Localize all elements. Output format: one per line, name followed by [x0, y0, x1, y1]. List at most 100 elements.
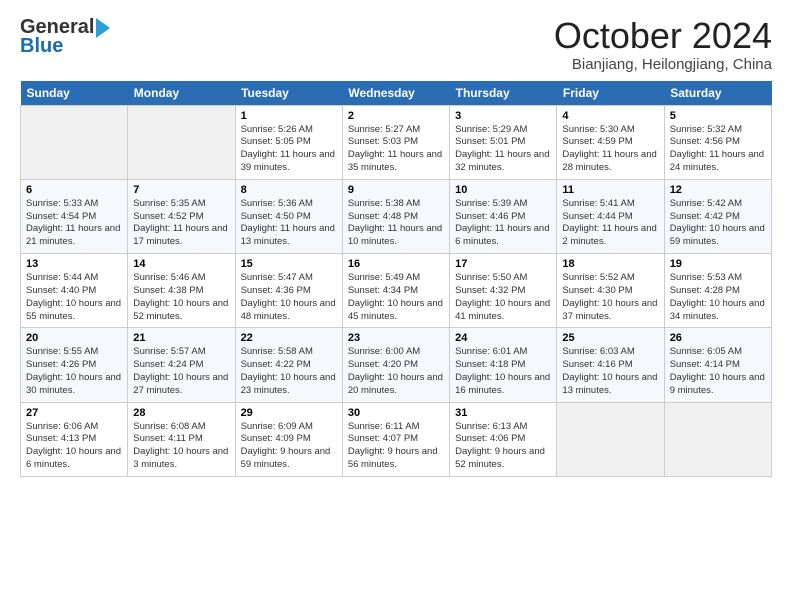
day-cell: 12 Sunrise: 5:42 AMSunset: 4:42 PMDaylig…: [664, 179, 771, 253]
day-cell: 26 Sunrise: 6:05 AMSunset: 4:14 PMDaylig…: [664, 328, 771, 402]
day-cell: 5 Sunrise: 5:32 AMSunset: 4:56 PMDayligh…: [664, 105, 771, 179]
day-info: Sunrise: 5:36 AMSunset: 4:50 PMDaylight:…: [241, 198, 335, 247]
day-number: 15: [241, 258, 337, 270]
day-info: Sunrise: 6:08 AMSunset: 4:11 PMDaylight:…: [133, 421, 228, 470]
month-title: October 2024: [554, 16, 772, 56]
day-number: 18: [562, 258, 658, 270]
day-cell: 16 Sunrise: 5:49 AMSunset: 4:34 PMDaylig…: [342, 254, 449, 328]
day-number: 2: [348, 110, 444, 122]
day-cell: 10 Sunrise: 5:39 AMSunset: 4:46 PMDaylig…: [450, 179, 557, 253]
day-number: 28: [133, 407, 229, 419]
day-info: Sunrise: 6:01 AMSunset: 4:18 PMDaylight:…: [455, 346, 550, 395]
day-cell: 4 Sunrise: 5:30 AMSunset: 4:59 PMDayligh…: [557, 105, 664, 179]
day-number: 30: [348, 407, 444, 419]
day-number: 9: [348, 184, 444, 196]
day-cell: 18 Sunrise: 5:52 AMSunset: 4:30 PMDaylig…: [557, 254, 664, 328]
day-cell: 31 Sunrise: 6:13 AMSunset: 4:06 PMDaylig…: [450, 402, 557, 476]
logo-blue: Blue: [20, 35, 63, 58]
day-cell: 19 Sunrise: 5:53 AMSunset: 4:28 PMDaylig…: [664, 254, 771, 328]
day-number: 16: [348, 258, 444, 270]
day-cell: 7 Sunrise: 5:35 AMSunset: 4:52 PMDayligh…: [128, 179, 235, 253]
day-number: 4: [562, 110, 658, 122]
col-saturday: Saturday: [664, 81, 771, 106]
day-number: 5: [670, 110, 766, 122]
header-row: Sunday Monday Tuesday Wednesday Thursday…: [21, 81, 772, 106]
day-number: 20: [26, 332, 122, 344]
day-info: Sunrise: 5:57 AMSunset: 4:24 PMDaylight:…: [133, 346, 228, 395]
day-cell: 23 Sunrise: 6:00 AMSunset: 4:20 PMDaylig…: [342, 328, 449, 402]
col-monday: Monday: [128, 81, 235, 106]
col-wednesday: Wednesday: [342, 81, 449, 106]
day-info: Sunrise: 5:50 AMSunset: 4:32 PMDaylight:…: [455, 272, 550, 321]
day-number: 14: [133, 258, 229, 270]
day-cell: [128, 105, 235, 179]
day-cell: [557, 402, 664, 476]
day-cell: 28 Sunrise: 6:08 AMSunset: 4:11 PMDaylig…: [128, 402, 235, 476]
day-info: Sunrise: 6:06 AMSunset: 4:13 PMDaylight:…: [26, 421, 121, 470]
day-number: 24: [455, 332, 551, 344]
day-info: Sunrise: 5:35 AMSunset: 4:52 PMDaylight:…: [133, 198, 227, 247]
day-info: Sunrise: 5:41 AMSunset: 4:44 PMDaylight:…: [562, 198, 656, 247]
day-cell: 21 Sunrise: 5:57 AMSunset: 4:24 PMDaylig…: [128, 328, 235, 402]
day-info: Sunrise: 6:13 AMSunset: 4:06 PMDaylight:…: [455, 421, 545, 470]
day-number: 22: [241, 332, 337, 344]
day-info: Sunrise: 5:53 AMSunset: 4:28 PMDaylight:…: [670, 272, 765, 321]
day-cell: 25 Sunrise: 6:03 AMSunset: 4:16 PMDaylig…: [557, 328, 664, 402]
day-cell: [21, 105, 128, 179]
day-cell: 9 Sunrise: 5:38 AMSunset: 4:48 PMDayligh…: [342, 179, 449, 253]
day-cell: 30 Sunrise: 6:11 AMSunset: 4:07 PMDaylig…: [342, 402, 449, 476]
page: General Blue October 2024 Bianjiang, Hei…: [0, 0, 792, 489]
day-number: 3: [455, 110, 551, 122]
day-number: 6: [26, 184, 122, 196]
week-row-3: 13 Sunrise: 5:44 AMSunset: 4:40 PMDaylig…: [21, 254, 772, 328]
col-tuesday: Tuesday: [235, 81, 342, 106]
day-info: Sunrise: 5:58 AMSunset: 4:22 PMDaylight:…: [241, 346, 336, 395]
day-cell: 2 Sunrise: 5:27 AMSunset: 5:03 PMDayligh…: [342, 105, 449, 179]
col-sunday: Sunday: [21, 81, 128, 106]
week-row-4: 20 Sunrise: 5:55 AMSunset: 4:26 PMDaylig…: [21, 328, 772, 402]
day-number: 26: [670, 332, 766, 344]
day-cell: 8 Sunrise: 5:36 AMSunset: 4:50 PMDayligh…: [235, 179, 342, 253]
day-number: 10: [455, 184, 551, 196]
day-cell: 17 Sunrise: 5:50 AMSunset: 4:32 PMDaylig…: [450, 254, 557, 328]
day-info: Sunrise: 5:47 AMSunset: 4:36 PMDaylight:…: [241, 272, 336, 321]
day-info: Sunrise: 5:26 AMSunset: 5:05 PMDaylight:…: [241, 124, 335, 173]
col-friday: Friday: [557, 81, 664, 106]
day-number: 11: [562, 184, 658, 196]
day-number: 21: [133, 332, 229, 344]
day-number: 29: [241, 407, 337, 419]
day-info: Sunrise: 5:27 AMSunset: 5:03 PMDaylight:…: [348, 124, 442, 173]
day-info: Sunrise: 5:29 AMSunset: 5:01 PMDaylight:…: [455, 124, 549, 173]
week-row-5: 27 Sunrise: 6:06 AMSunset: 4:13 PMDaylig…: [21, 402, 772, 476]
day-cell: 11 Sunrise: 5:41 AMSunset: 4:44 PMDaylig…: [557, 179, 664, 253]
day-cell: 13 Sunrise: 5:44 AMSunset: 4:40 PMDaylig…: [21, 254, 128, 328]
title-block: October 2024 Bianjiang, Heilongjiang, Ch…: [554, 16, 772, 73]
day-info: Sunrise: 6:00 AMSunset: 4:20 PMDaylight:…: [348, 346, 443, 395]
day-info: Sunrise: 5:33 AMSunset: 4:54 PMDaylight:…: [26, 198, 120, 247]
location: Bianjiang, Heilongjiang, China: [554, 56, 772, 73]
day-number: 27: [26, 407, 122, 419]
day-number: 25: [562, 332, 658, 344]
day-cell: 20 Sunrise: 5:55 AMSunset: 4:26 PMDaylig…: [21, 328, 128, 402]
day-cell: 27 Sunrise: 6:06 AMSunset: 4:13 PMDaylig…: [21, 402, 128, 476]
day-info: Sunrise: 5:39 AMSunset: 4:46 PMDaylight:…: [455, 198, 549, 247]
week-row-2: 6 Sunrise: 5:33 AMSunset: 4:54 PMDayligh…: [21, 179, 772, 253]
day-cell: 24 Sunrise: 6:01 AMSunset: 4:18 PMDaylig…: [450, 328, 557, 402]
day-cell: 14 Sunrise: 5:46 AMSunset: 4:38 PMDaylig…: [128, 254, 235, 328]
day-number: 8: [241, 184, 337, 196]
day-info: Sunrise: 5:30 AMSunset: 4:59 PMDaylight:…: [562, 124, 656, 173]
day-cell: 1 Sunrise: 5:26 AMSunset: 5:05 PMDayligh…: [235, 105, 342, 179]
day-cell: 15 Sunrise: 5:47 AMSunset: 4:36 PMDaylig…: [235, 254, 342, 328]
day-info: Sunrise: 5:42 AMSunset: 4:42 PMDaylight:…: [670, 198, 765, 247]
day-number: 31: [455, 407, 551, 419]
day-info: Sunrise: 5:49 AMSunset: 4:34 PMDaylight:…: [348, 272, 443, 321]
day-info: Sunrise: 6:03 AMSunset: 4:16 PMDaylight:…: [562, 346, 657, 395]
week-row-1: 1 Sunrise: 5:26 AMSunset: 5:05 PMDayligh…: [21, 105, 772, 179]
calendar-table: Sunday Monday Tuesday Wednesday Thursday…: [20, 81, 772, 477]
day-cell: 6 Sunrise: 5:33 AMSunset: 4:54 PMDayligh…: [21, 179, 128, 253]
logo-arrow-icon: [96, 18, 110, 38]
day-cell: 22 Sunrise: 5:58 AMSunset: 4:22 PMDaylig…: [235, 328, 342, 402]
day-cell: 29 Sunrise: 6:09 AMSunset: 4:09 PMDaylig…: [235, 402, 342, 476]
day-info: Sunrise: 6:11 AMSunset: 4:07 PMDaylight:…: [348, 421, 438, 470]
day-number: 17: [455, 258, 551, 270]
